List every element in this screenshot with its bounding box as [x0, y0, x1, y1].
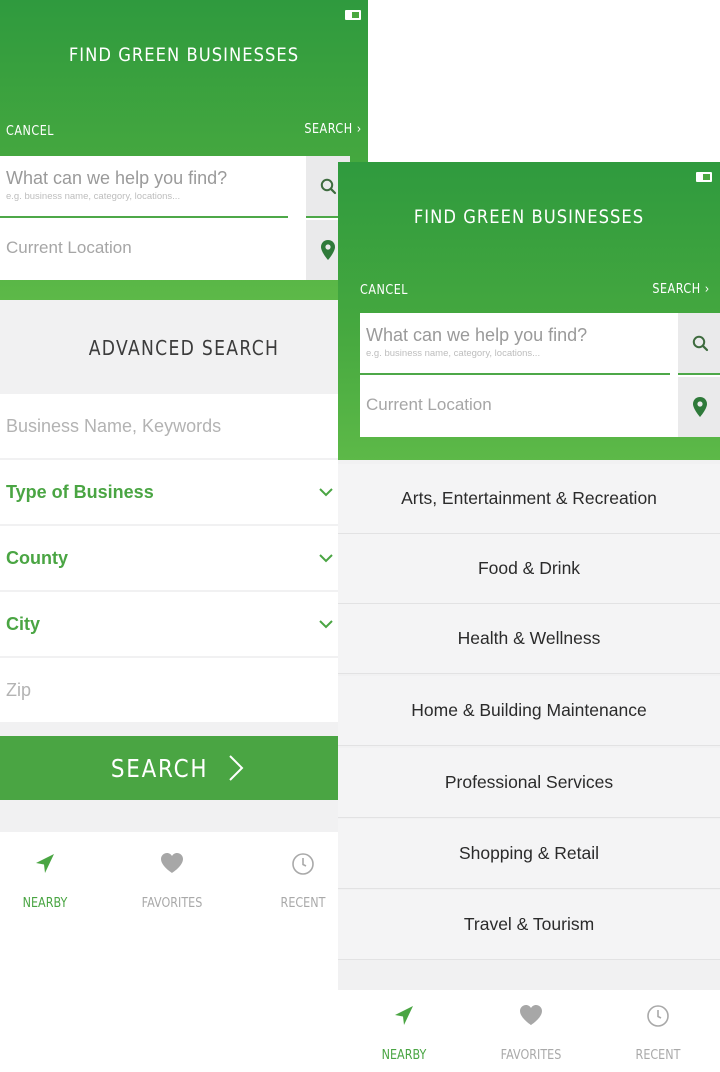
category-item[interactable]: Shopping & Retail	[338, 819, 720, 889]
tab-favorites[interactable]: FAVORITES	[112, 832, 232, 928]
category-item[interactable]: Professional Services	[338, 748, 720, 818]
tab-nearby-label: NEARBY	[22, 896, 68, 911]
category-item[interactable]: Health & Wellness	[338, 604, 720, 674]
location-input[interactable]: Current Location	[0, 220, 288, 280]
advanced-search-title: ADVANCED SEARCH	[88, 336, 280, 360]
search-icon	[692, 335, 708, 351]
category-item[interactable]: Home & Building Maintenance	[338, 676, 720, 746]
location-button[interactable]	[678, 377, 720, 437]
search-link-button[interactable]: SEARCH ›	[653, 282, 710, 297]
header: FIND GREEN BUSINESSES CANCEL SEARCH › Wh…	[338, 162, 720, 460]
battery-icon	[345, 10, 361, 20]
battery-icon	[696, 172, 712, 182]
map-pin-icon	[693, 397, 707, 417]
heart-icon	[161, 853, 183, 873]
category-item[interactable]: Arts, Entertainment & Recreation	[338, 464, 720, 534]
cancel-button[interactable]: CANCEL	[6, 124, 54, 139]
search-box: What can we help you find? e.g. business…	[360, 313, 720, 437]
tab-bar: NEARBY FAVORITES RECENT	[338, 990, 720, 1072]
page-title: FIND GREEN BUSINESSES	[68, 44, 300, 66]
city-select[interactable]: City	[0, 592, 348, 656]
clock-icon	[292, 853, 314, 875]
search-box: What can we help you find? e.g. business…	[0, 156, 350, 280]
chevron-down-icon	[319, 554, 333, 563]
category-item[interactable]: Travel & Tourism	[338, 890, 720, 960]
page-title: FIND GREEN BUSINESSES	[413, 206, 645, 228]
chevron-down-icon	[319, 488, 333, 497]
advanced-search-button-label: SEARCH	[111, 753, 209, 783]
search-button[interactable]	[678, 313, 720, 375]
heart-icon	[520, 1005, 542, 1025]
cancel-button[interactable]: CANCEL	[360, 283, 408, 298]
search-input[interactable]: What can we help you find? e.g. business…	[0, 156, 288, 218]
advanced-search-screen: FIND GREEN BUSINESSES CANCEL SEARCH › Wh…	[0, 0, 368, 928]
tab-favorites[interactable]: FAVORITES	[471, 990, 591, 1072]
location-arrow-icon	[395, 1006, 413, 1025]
city-label: City	[6, 613, 41, 634]
tab-nearby[interactable]: NEARBY	[344, 990, 464, 1072]
category-item[interactable]: Food & Drink	[338, 534, 720, 604]
tab-favorites-label: FAVORITES	[141, 896, 203, 911]
tab-bar: NEARBY FAVORITES RECENT	[0, 832, 368, 928]
county-select[interactable]: County	[0, 526, 348, 590]
tab-recent[interactable]: RECENT	[598, 990, 718, 1072]
location-input[interactable]: Current Location	[360, 377, 670, 437]
search-placeholder: What can we help you find?	[366, 325, 588, 345]
search-link-button[interactable]: SEARCH ›	[305, 122, 362, 137]
type-of-business-select[interactable]: Type of Business	[0, 460, 348, 524]
zip-input[interactable]: Zip	[0, 658, 348, 722]
search-hint: e.g. business name, category, locations.…	[366, 348, 541, 359]
header: FIND GREEN BUSINESSES CANCEL SEARCH › Wh…	[0, 0, 368, 300]
tab-nearby-label: NEARBY	[381, 1048, 427, 1063]
search-input[interactable]: What can we help you find? e.g. business…	[360, 313, 670, 375]
type-of-business-label: Type of Business	[6, 481, 154, 502]
tab-recent-label: RECENT	[635, 1048, 681, 1063]
chevron-right-icon	[228, 755, 243, 781]
tab-favorites-label: FAVORITES	[500, 1048, 562, 1063]
tab-nearby[interactable]: NEARBY	[0, 832, 105, 928]
chevron-down-icon	[319, 620, 333, 629]
map-pin-icon	[321, 240, 335, 260]
categories-screen: FIND GREEN BUSINESSES CANCEL SEARCH › Wh…	[338, 162, 720, 1072]
clock-icon	[647, 1005, 669, 1027]
search-placeholder: What can we help you find?	[6, 168, 228, 188]
search-icon	[320, 178, 336, 194]
search-hint: e.g. business name, category, locations.…	[6, 191, 181, 202]
advanced-search-button[interactable]: SEARCH	[0, 736, 348, 800]
location-arrow-icon	[36, 854, 54, 873]
county-label: County	[6, 547, 68, 568]
keywords-input[interactable]: Business Name, Keywords	[0, 394, 348, 458]
